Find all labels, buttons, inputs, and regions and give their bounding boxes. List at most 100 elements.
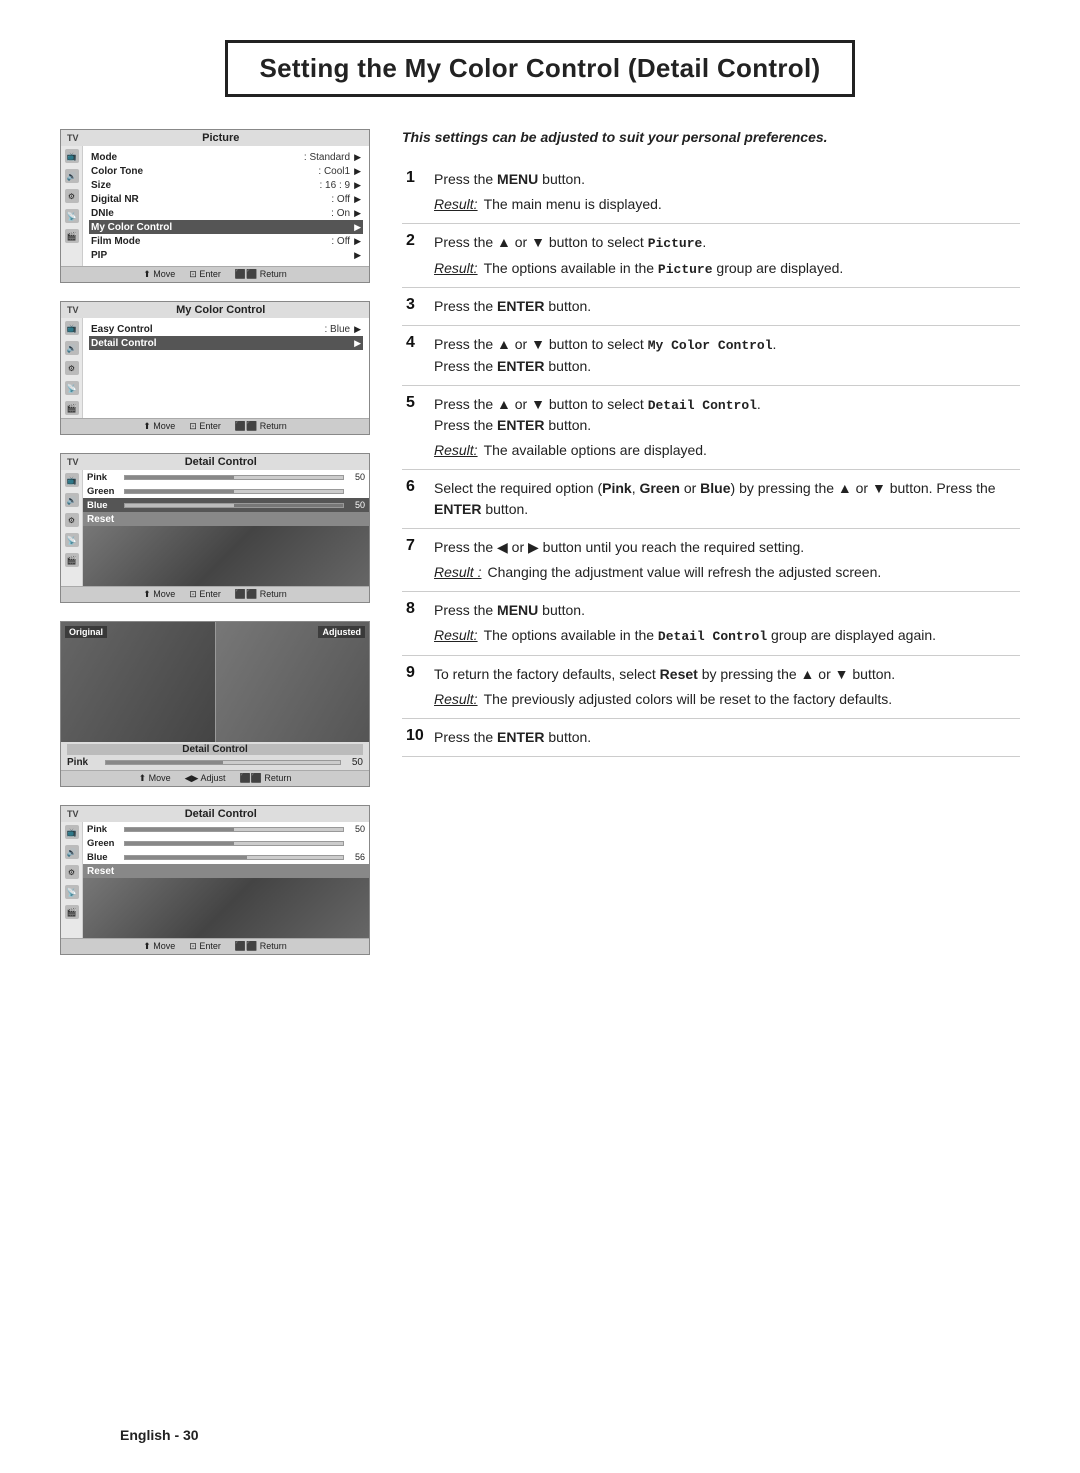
tv-icon-3e: 🎬 — [65, 553, 79, 567]
slider-pink: Pink 50 — [83, 470, 369, 484]
tv-icon-3c: ⚙ — [65, 513, 79, 527]
step-content-4: Press the ▲ or ▼ button to select My Col… — [430, 326, 1020, 386]
footer-move-2: ⬆ Move — [143, 421, 175, 432]
tv-icon-1d: 📡 — [65, 209, 79, 223]
tv-content-2: Easy Control : Blue ▶ Detail Control ▶ — [83, 318, 369, 418]
step-row-2: 2 Press the ▲ or ▼ button to select Pict… — [402, 224, 1020, 288]
slider-blue: Blue 50 — [83, 498, 369, 512]
step-row-5: 5 Press the ▲ or ▼ button to select Deta… — [402, 385, 1020, 470]
step-num-7: 7 — [402, 529, 430, 592]
step-content-8: Press the MENU button. Result: The optio… — [430, 592, 1020, 656]
tv-label-2: TV — [67, 305, 79, 315]
step-num-4: 4 — [402, 326, 430, 386]
slider-green-5: Green — [83, 836, 369, 850]
tv-icon-3b: 🔊 — [65, 493, 79, 507]
footer-move-3: ⬆ Move — [143, 589, 175, 600]
photo-slider-row: Pink 50 — [67, 757, 363, 768]
footer-return-2: ⬛⬛ Return — [235, 421, 287, 432]
slider-blue-5: Blue 56 — [83, 850, 369, 864]
step-content-3: Press the ENTER button. — [430, 288, 1020, 326]
menu-item-mycolor: My Color Control ▶ — [89, 220, 363, 234]
tv-header-3: TV Detail Control — [61, 454, 369, 470]
step-num-1: 1 — [402, 161, 430, 224]
reset-row-5: Reset — [83, 864, 369, 878]
step-num-9: 9 — [402, 655, 430, 718]
tv-image-5 — [83, 878, 369, 938]
step-content-1: Press the MENU button. Result: The main … — [430, 161, 1020, 224]
tv-image-3 — [83, 526, 369, 586]
footer-text: English - 30 — [120, 1427, 199, 1443]
page-footer: English - 30 — [120, 1427, 199, 1443]
footer-enter-2: ⊡ Enter — [189, 421, 221, 432]
step-row-9: 9 To return the factory defaults, select… — [402, 655, 1020, 718]
tv-icon-2c: ⚙ — [65, 361, 79, 375]
slider-pink-5: Pink 50 — [83, 822, 369, 836]
tv-icon-3a: 📺 — [65, 473, 79, 487]
footer-move-1: ⬆ Move — [143, 269, 175, 280]
photo-footer: ⬆ Move ◀▶ Adjust ⬛⬛ Return — [61, 770, 369, 786]
photo-slider-value: 50 — [345, 757, 363, 768]
content-wrapper: TV Picture 📺 🔊 ⚙ 📡 🎬 — [60, 129, 1020, 955]
footer-move-5: ⬆ Move — [143, 941, 175, 952]
tv-body-2: 📺 🔊 ⚙ 📡 🎬 Easy Control : Blue ▶ — [61, 318, 369, 418]
tv-header-5: TV Detail Control — [61, 806, 369, 822]
tv-icon-1a: 📺 — [65, 149, 79, 163]
original-label: Original — [65, 626, 107, 638]
footer-return-1: ⬛⬛ Return — [235, 269, 287, 280]
tv-content-1: Mode : Standard ▶ Color Tone : Cool1 ▶ S… — [83, 146, 369, 266]
photo-area: Original Adjusted — [61, 622, 369, 742]
step-num-2: 2 — [402, 224, 430, 288]
menu-item-colortone: Color Tone : Cool1 ▶ — [89, 164, 363, 178]
step-row-6: 6 Select the required option (Pink, Gree… — [402, 470, 1020, 529]
menu-item-easycontrol: Easy Control : Blue ▶ — [89, 322, 363, 336]
tv-icon-2a: 📺 — [65, 321, 79, 335]
menu-title-5: Detail Control — [79, 808, 363, 820]
menu-item-mode: Mode : Standard ▶ — [89, 150, 363, 164]
step-num-6: 6 — [402, 470, 430, 529]
footer-return-5: ⬛⬛ Return — [235, 941, 287, 952]
tv-screen-5: TV Detail Control 📺 🔊 ⚙ 📡 🎬 Pink — [60, 805, 370, 955]
tv-screen-1: TV Picture 📺 🔊 ⚙ 📡 🎬 — [60, 129, 370, 283]
tv-menu-2: Easy Control : Blue ▶ Detail Control ▶ — [83, 318, 369, 354]
step-content-2: Press the ▲ or ▼ button to select Pictur… — [430, 224, 1020, 288]
tv-screen-2: TV My Color Control 📺 🔊 ⚙ 📡 🎬 — [60, 301, 370, 435]
step-num-10: 10 — [402, 718, 430, 756]
tv-icons-3: 📺 🔊 ⚙ 📡 🎬 — [61, 470, 83, 586]
tv-icon-5d: 📡 — [65, 885, 79, 899]
menu-item-filmmode: Film Mode : Off ▶ — [89, 234, 363, 248]
step-content-5: Press the ▲ or ▼ button to select Detail… — [430, 385, 1020, 470]
footer-return-3: ⬛⬛ Return — [235, 589, 287, 600]
step-row-1: 1 Press the MENU button. Result: The mai… — [402, 161, 1020, 224]
menu-title-3: Detail Control — [79, 456, 363, 468]
tv-icon-5e: 🎬 — [65, 905, 79, 919]
tv-footer-2: ⬆ Move ⊡ Enter ⬛⬛ Return — [61, 418, 369, 434]
step-content-6: Select the required option (Pink, Green … — [430, 470, 1020, 529]
photo-footer-return: ⬛⬛ Return — [240, 773, 292, 784]
left-column: TV Picture 📺 🔊 ⚙ 📡 🎬 — [60, 129, 370, 955]
tv-label-3: TV — [67, 457, 79, 467]
tv-content-3: Pink 50 Green Blue 50 — [83, 470, 369, 586]
tv-icon-2b: 🔊 — [65, 341, 79, 355]
page-container: Setting the My Color Control (Detail Con… — [0, 0, 1080, 1473]
step-row-4: 4 Press the ▲ or ▼ button to select My C… — [402, 326, 1020, 386]
step-row-3: 3 Press the ENTER button. — [402, 288, 1020, 326]
reset-row-3: Reset — [83, 512, 369, 526]
step-row-10: 10 Press the ENTER button. — [402, 718, 1020, 756]
tv-content-5: Pink 50 Green Blue 56 — [83, 822, 369, 938]
tv-icon-5a: 📺 — [65, 825, 79, 839]
page-title: Setting the My Color Control (Detail Con… — [225, 40, 856, 97]
page-title-container: Setting the My Color Control (Detail Con… — [60, 40, 1020, 97]
tv-icons-5: 📺 🔊 ⚙ 📡 🎬 — [61, 822, 83, 938]
photo-footer-adjust: ◀▶ Adjust — [185, 773, 226, 784]
step-num-3: 3 — [402, 288, 430, 326]
tv-icon-2e: 🎬 — [65, 401, 79, 415]
step-row-7: 7 Press the ◀ or ▶ button until you reac… — [402, 529, 1020, 592]
menu-item-pip: PIP ▶ — [89, 248, 363, 262]
adjusted-label: Adjusted — [318, 626, 365, 638]
footer-enter-3: ⊡ Enter — [189, 589, 221, 600]
tv-icon-1b: 🔊 — [65, 169, 79, 183]
slider-green: Green — [83, 484, 369, 498]
step-content-7: Press the ◀ or ▶ button until you reach … — [430, 529, 1020, 592]
step-num-5: 5 — [402, 385, 430, 470]
step-num-8: 8 — [402, 592, 430, 656]
